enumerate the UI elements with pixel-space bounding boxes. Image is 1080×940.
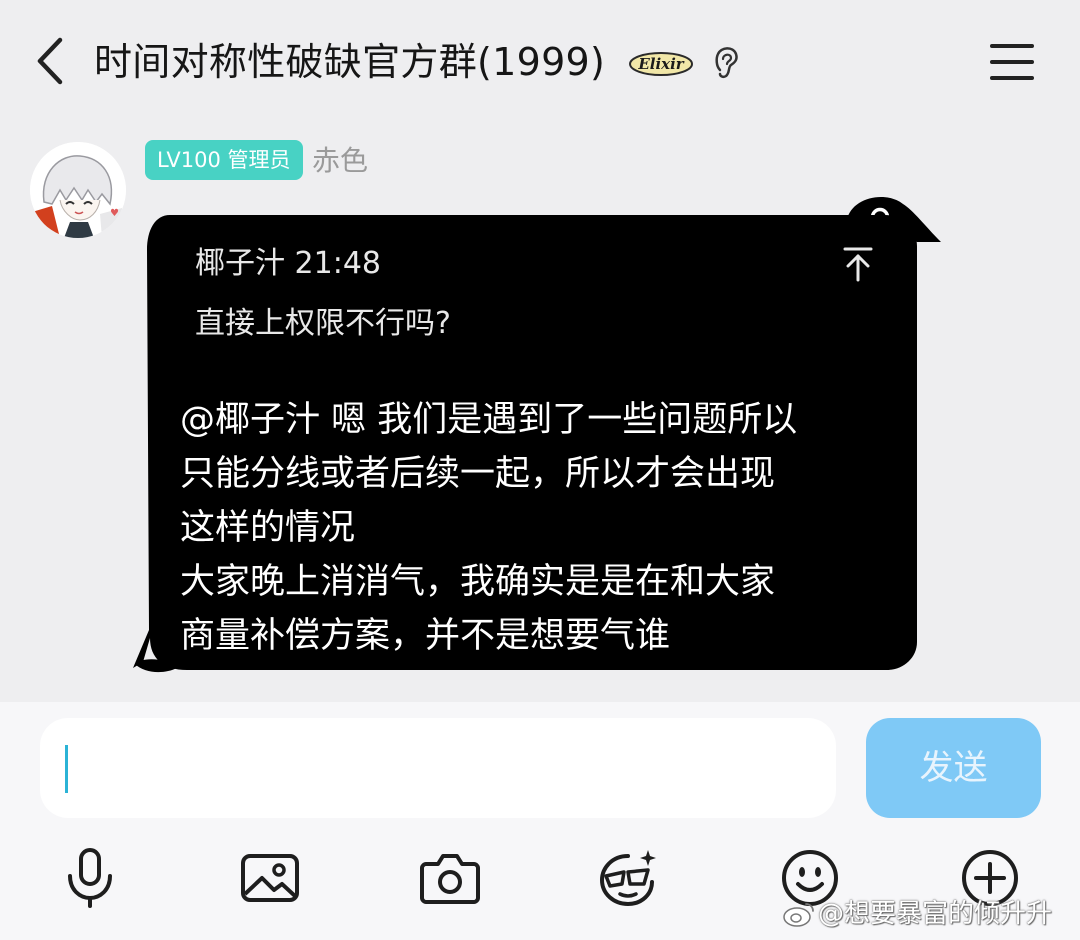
image-icon[interactable] xyxy=(240,848,300,908)
message-line: 这样的情况 xyxy=(180,508,356,548)
menu-icon[interactable] xyxy=(988,42,1036,82)
svg-text:♥: ♥ xyxy=(110,208,119,219)
watermark-text: @想要暴富的倾升升 xyxy=(818,899,1053,929)
sender-name[interactable]: 赤色 xyxy=(312,140,368,182)
message-line: 只能分线或者后续一起，所以才会出现 xyxy=(180,454,776,494)
sticker-icon[interactable] xyxy=(598,848,658,908)
text-caret xyxy=(65,745,68,793)
message-line: 商量补偿方案，并不是想要气谁 xyxy=(180,616,671,656)
elixir-badge-icon: Elixir xyxy=(629,52,693,76)
message-line: 大家晚上消消气，我确实是是在和大家 xyxy=(180,562,776,602)
camera-icon[interactable] xyxy=(420,848,480,908)
jump-to-quote-icon[interactable] xyxy=(842,246,874,282)
microphone-icon[interactable] xyxy=(60,848,120,908)
ear-icon[interactable] xyxy=(712,44,742,82)
quoted-message-text: 直接上权限不行吗? xyxy=(195,306,451,341)
back-arrow-icon[interactable] xyxy=(30,36,70,86)
chat-title[interactable]: 时间对称性破缺官方群(1999) xyxy=(94,34,605,90)
avatar[interactable]: ♥ xyxy=(30,142,126,238)
svg-text:Elixir: Elixir xyxy=(637,55,684,73)
message-line: @椰子汁 嗯 我们是遇到了一些问题所以 xyxy=(180,400,798,440)
quoted-author-time: 椰子汁 21:48 xyxy=(195,246,381,281)
weibo-logo-icon xyxy=(783,903,814,927)
message-input[interactable] xyxy=(40,718,836,818)
chat-header: 时间对称性破缺官方群(1999) Elixir xyxy=(0,0,1080,125)
watermark: @想要暴富的倾升升 xyxy=(780,896,1052,932)
send-button[interactable]: 发送 xyxy=(866,718,1041,818)
message-text: @椰子汁 嗯 我们是遇到了一些问题所以 只能分线或者后续一起，所以才会出现 这样… xyxy=(180,393,900,663)
member-level-tag: LV100 管理员 xyxy=(145,140,303,180)
